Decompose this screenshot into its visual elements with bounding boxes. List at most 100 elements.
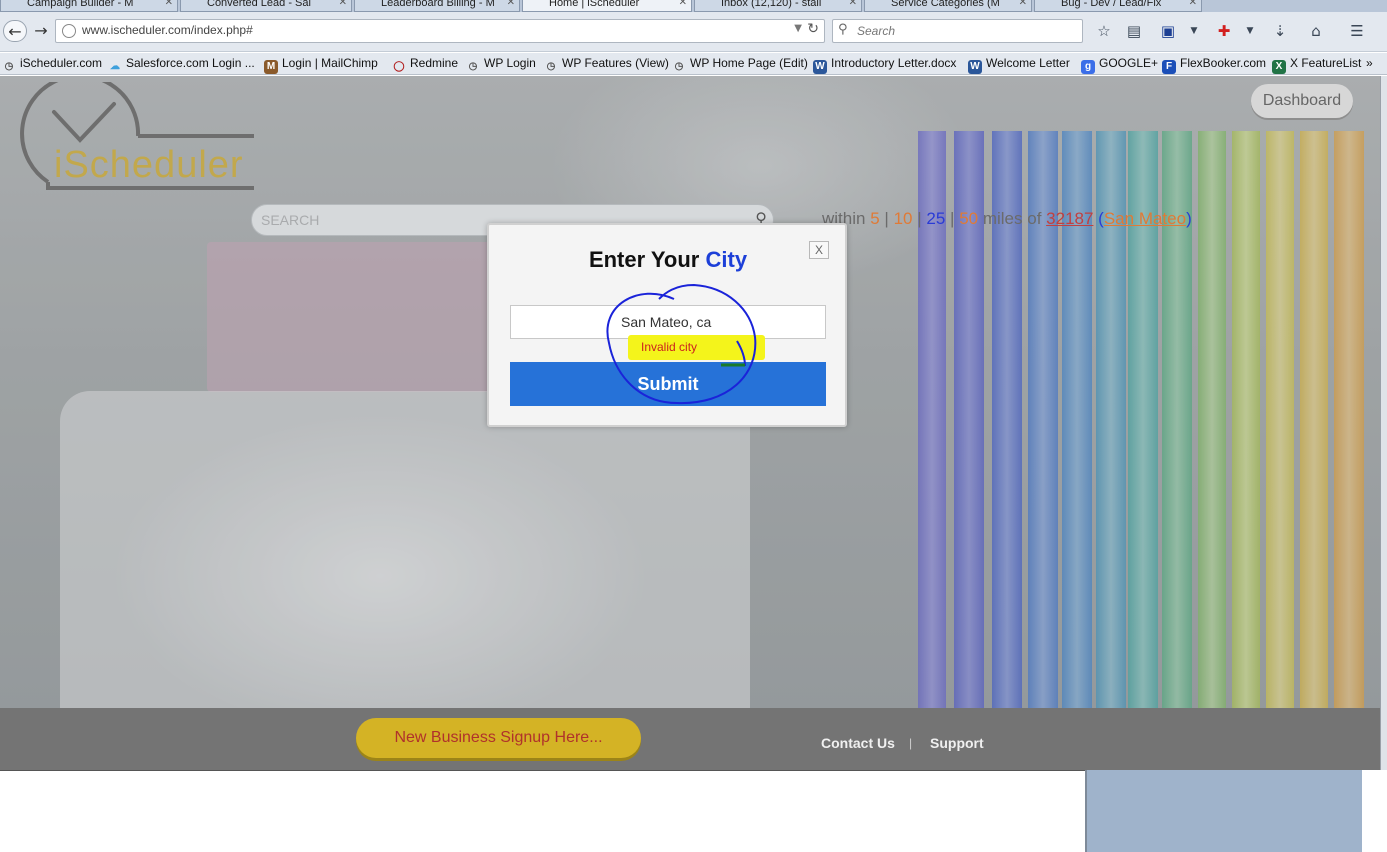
radius-middle-text: miles of	[982, 209, 1042, 228]
desktop-background-window	[1085, 770, 1387, 852]
bookmark-wp-home[interactable]: ◷ WP Home Page (Edit)	[672, 56, 808, 74]
reload-icon[interactable]: ↻	[807, 21, 819, 37]
bookmark-mailchimp[interactable]: M Login | MailChimp	[264, 56, 378, 74]
bookmark-wp-login[interactable]: ◷ WP Login	[466, 56, 536, 74]
bookmark-introductory-letter[interactable]: W Introductory Letter.docx	[813, 56, 956, 74]
modal-close-button[interactable]: X	[809, 241, 829, 259]
bookmark-featurelist[interactable]: X X FeatureList	[1272, 56, 1361, 74]
browser-tab[interactable]: Bug - Dev / Lead/Fix ✕	[1034, 0, 1202, 12]
window-right-edge	[1380, 76, 1387, 770]
tab-close-icon[interactable]: ✕	[507, 0, 515, 11]
chevron-down-icon[interactable]: ▼	[794, 23, 802, 34]
browser-tab[interactable]: Inbox (12,120) - stall ✕	[694, 0, 862, 12]
browser-tab[interactable]: Converted Lead - Sal ✕	[180, 0, 352, 12]
addon-plus-icon[interactable]: ✚	[1214, 21, 1234, 41]
enter-city-modal: Enter Your City X San Mateo, ca Invalid …	[487, 223, 847, 427]
back-arrow-icon[interactable]: ←	[3, 20, 27, 42]
save-icon[interactable]: ▣	[1158, 21, 1178, 41]
support-link[interactable]: Support	[930, 735, 984, 751]
browser-search-input[interactable]: ⚲ Search	[832, 19, 1083, 43]
cloud-icon: ☁	[110, 61, 120, 72]
bookmark-label: GOOGLE+	[1099, 56, 1159, 70]
browser-tab[interactable]: Service Categories (M ✕	[864, 0, 1032, 12]
bookmark-welcome-letter[interactable]: W Welcome Letter	[968, 56, 1070, 74]
radius-option-50[interactable]: 50	[959, 209, 978, 228]
bookmark-label: WP Login	[484, 56, 536, 70]
submit-button[interactable]: Submit	[510, 362, 826, 406]
page-viewport: iScheduler Dashboard SEARCH ⚲ within 5 |…	[0, 76, 1380, 770]
excel-icon: X	[1272, 60, 1286, 74]
bookmark-label: Salesforce.com Login ...	[126, 56, 255, 70]
radius-separator: |	[950, 209, 955, 228]
tab-close-icon[interactable]: ✕	[165, 0, 173, 11]
tab-label: Leaderboard Billing - M	[381, 0, 495, 9]
bookmark-label: Login | MailChimp	[282, 56, 378, 70]
site-search-placeholder: SEARCH	[261, 212, 320, 228]
bookmark-wp-features[interactable]: ◷ WP Features (View)	[544, 56, 669, 74]
tab-close-icon[interactable]: ✕	[339, 0, 347, 11]
tab-close-icon[interactable]: ✕	[849, 0, 857, 11]
city-paren-close: )	[1186, 209, 1192, 228]
city-input[interactable]: San Mateo, ca	[510, 305, 826, 339]
tab-label: Inbox (12,120) - stall	[721, 0, 822, 9]
search-icon: ⚲	[838, 22, 848, 37]
contact-us-link[interactable]: Contact Us	[821, 735, 895, 751]
flexbooker-icon: F	[1162, 60, 1176, 74]
download-arrow-icon[interactable]: ⇣	[1270, 21, 1290, 41]
radius-option-5[interactable]: 5	[870, 209, 879, 228]
radius-separator: |	[884, 209, 889, 228]
tab-label: Service Categories (M	[891, 0, 1000, 9]
reading-list-icon[interactable]: ▤	[1124, 21, 1144, 41]
clock-icon: ◷	[674, 61, 684, 72]
bookmark-salesforce[interactable]: ☁ Salesforce.com Login ...	[108, 56, 255, 74]
business-signup-button[interactable]: New Business Signup Here...	[356, 718, 641, 758]
clock-icon: ◷	[468, 61, 478, 72]
browser-tab[interactable]: Leaderboard Billing - M ✕	[354, 0, 520, 12]
tab-label: Bug - Dev / Lead/Fix	[1061, 0, 1162, 9]
bookmark-star-icon[interactable]: ☆	[1094, 21, 1114, 41]
tab-label: Campaign Builder - M	[27, 0, 134, 9]
tab-close-icon[interactable]: ✕	[679, 0, 687, 11]
radius-selector: within 5 | 10 | 25 | 50 miles of 32187 (…	[822, 209, 1192, 229]
desktop-background-edge	[1362, 770, 1387, 852]
bookmark-label: Welcome Letter	[986, 56, 1070, 70]
zip-code-link[interactable]: 32187	[1046, 209, 1093, 228]
bookmark-google-plus[interactable]: g GOOGLE+	[1081, 56, 1158, 74]
clock-icon: ◷	[546, 61, 556, 72]
browser-tab-active[interactable]: Home | iScheduler ✕	[522, 0, 692, 12]
modal-title: Enter Your City	[489, 247, 847, 273]
ischeduler-logo[interactable]: iScheduler	[18, 76, 258, 192]
tab-close-icon[interactable]: ✕	[1019, 0, 1027, 11]
url-bar[interactable]: www.ischeduler.com/index.php# ▼ ↻	[55, 19, 825, 43]
chevron-down-icon[interactable]: ▼	[1184, 21, 1204, 41]
word-icon: W	[968, 60, 982, 74]
bookmarks-overflow-chevron-icon[interactable]: »	[1366, 56, 1373, 70]
modal-title-highlight: City	[705, 247, 748, 272]
footer-separator: |	[909, 736, 913, 750]
tab-close-icon[interactable]: ✕	[1189, 0, 1197, 11]
bookmark-label: FlexBooker.com	[1180, 56, 1267, 70]
bookmark-label: iScheduler.com	[20, 56, 103, 70]
dashboard-button[interactable]: Dashboard	[1251, 84, 1353, 118]
bookmark-label: WP Features (View)	[562, 56, 669, 70]
modal-title-prefix: Enter Your	[588, 247, 700, 272]
logo-text: iScheduler	[54, 144, 244, 186]
bookmark-flexbooker[interactable]: F FlexBooker.com	[1162, 56, 1266, 74]
chevron-down-icon[interactable]: ▼	[1240, 21, 1260, 41]
radius-option-25[interactable]: 25	[926, 209, 945, 228]
bookmark-ischeduler[interactable]: ◷ iScheduler.com	[2, 56, 102, 74]
url-text[interactable]: www.ischeduler.com/index.php#	[82, 23, 253, 37]
radius-option-10[interactable]: 10	[894, 209, 913, 228]
radius-separator: |	[917, 209, 922, 228]
menu-hamburger-icon[interactable]: ☰	[1347, 21, 1367, 41]
bookmark-redmine[interactable]: ◯ Redmine	[392, 56, 458, 74]
browser-tab[interactable]: Campaign Builder - M ✕	[0, 0, 178, 12]
google-icon: g	[1081, 60, 1095, 74]
forward-arrow-icon[interactable]: →	[30, 20, 52, 42]
chimp-icon: M	[264, 60, 278, 74]
city-link[interactable]: San Mateo	[1104, 209, 1186, 228]
bookmark-label: WP Home Page (Edit)	[690, 56, 808, 70]
home-icon[interactable]: ⌂	[1306, 21, 1326, 41]
bookmarks-bar: ◷ iScheduler.com ☁ Salesforce.com Login ..…	[0, 53, 1387, 75]
tab-label: Home | iScheduler	[549, 0, 640, 9]
